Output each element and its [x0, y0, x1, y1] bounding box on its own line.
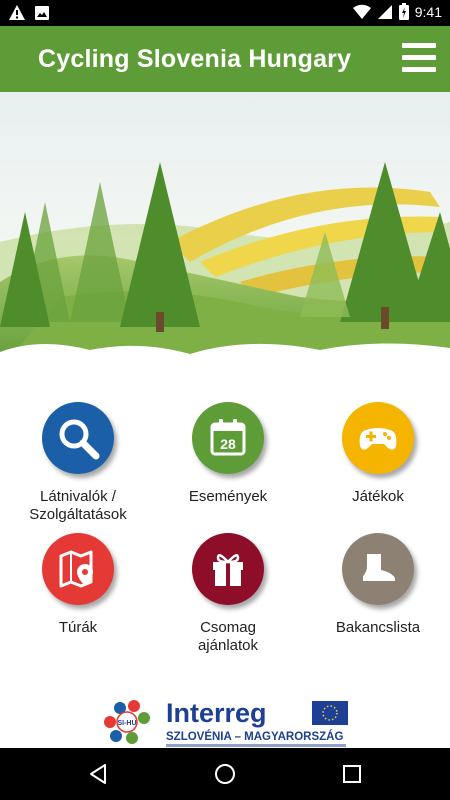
menu-item-label: Látnivalók / Szolgáltatások — [29, 488, 127, 523]
si-hu-badge: SI-HU — [104, 700, 150, 744]
menu-item-packages[interactable]: Csomag ajánlatok — [153, 533, 303, 655]
menu-item-label: Játékok — [352, 488, 404, 505]
recents-icon[interactable] — [340, 762, 364, 786]
app-title: Cycling Slovenia Hungary — [38, 45, 352, 73]
svg-text:SI-HU: SI-HU — [117, 720, 136, 727]
status-bar: 9:41 — [0, 0, 450, 26]
gift-icon — [192, 533, 264, 605]
menu-item-label: Túrák — [58, 619, 98, 636]
wifi-icon — [352, 4, 371, 19]
menu-item-games[interactable]: Játékok — [303, 402, 450, 506]
interreg-logo: SI-HU Interreg SZLOVÉNIA – MAGYARORSZÁG — [100, 696, 360, 748]
menu-item-sights-services[interactable]: Látnivalók / Szolgáltatások — [3, 402, 153, 524]
search-icon — [42, 402, 114, 474]
warning-icon — [9, 5, 25, 20]
calendar-icon: 28 — [192, 402, 264, 474]
boot-icon — [342, 533, 414, 605]
map-pin-icon — [42, 533, 114, 605]
hero-landscape-illustration — [0, 92, 450, 370]
interreg-wordmark: Interreg — [166, 698, 267, 728]
back-icon[interactable] — [87, 762, 111, 786]
menu-item-events[interactable]: 28 Események — [153, 402, 303, 506]
calendar-day: 28 — [220, 436, 236, 452]
menu-item-label: Bakancslista — [335, 619, 421, 636]
status-time: 9:41 — [414, 3, 442, 20]
home-icon[interactable] — [213, 762, 237, 786]
program-region: SZLOVÉNIA – MAGYARORSZÁG — [166, 730, 343, 743]
menu-item-label: Csomag ajánlatok — [197, 619, 259, 654]
photo-icon — [35, 5, 49, 20]
menu-item-tours[interactable]: Túrák — [3, 533, 153, 637]
eu-flag-icon — [312, 701, 348, 725]
battery-icon — [398, 3, 409, 20]
hamburger-menu-icon[interactable] — [402, 41, 436, 75]
app-bar: Cycling Slovenia Hungary — [0, 26, 450, 92]
system-navigation-bar — [0, 748, 450, 800]
gamepad-icon — [342, 402, 414, 474]
signal-icon — [377, 4, 392, 19]
menu-item-label: Események — [188, 488, 268, 505]
menu-item-bucket-list[interactable]: Bakancslista — [303, 533, 450, 637]
